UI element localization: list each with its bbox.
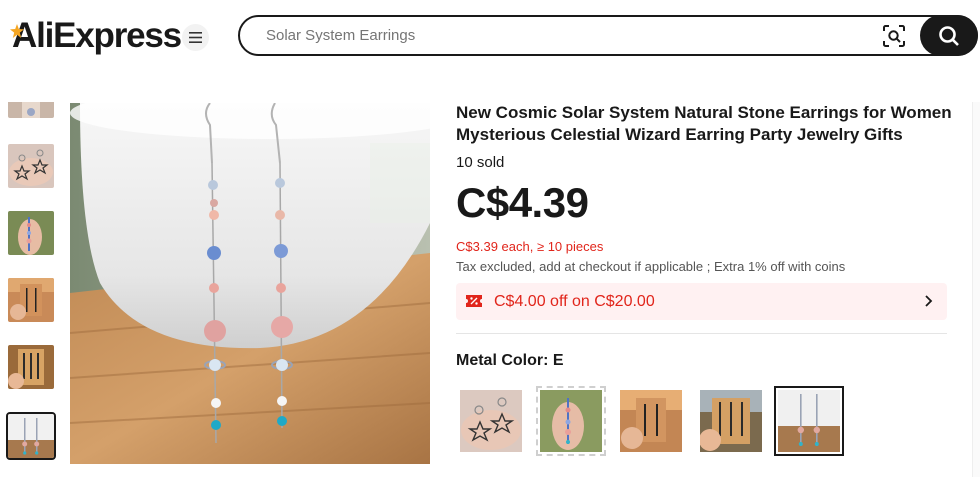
coupon-text: C$4.00 off on C$20.00 [494,293,655,310]
swatch-e-selected[interactable] [774,386,844,456]
menu-button[interactable] [182,24,209,51]
right-panel-edge [972,102,980,477]
search-icon [939,25,959,46]
price: C$4.39 [456,179,589,226]
coupon-icon [466,295,482,307]
thumbnail-list [6,102,58,477]
search-button[interactable] [920,15,978,56]
thumbnail-4[interactable] [6,343,56,391]
swatch-d[interactable] [696,386,766,456]
logo-text: AliExpress [12,16,182,55]
chevron-right-icon [925,295,933,307]
divider [456,333,947,334]
metal-color-label: Metal Color: E [456,352,564,369]
thumbnail-partial[interactable] [6,102,56,120]
aliexpress-logo[interactable]: AliExpress [10,14,182,58]
tax-note: Tax excluded, add at checkout if applica… [456,259,846,274]
coupon-banner[interactable]: C$4.00 off on C$20.00 [456,283,947,320]
bulk-price: C$3.39 each, ≥ 10 pieces [456,239,604,254]
search-bar [238,15,978,56]
product-info: New Cosmic Solar System Natural Stone Ea… [456,102,956,456]
header: AliExpress [0,0,980,70]
logo-star-icon [10,24,24,38]
thumbnail-1[interactable] [6,142,56,190]
menu-icon [189,32,202,43]
product-title: New Cosmic Solar System Natural Stone Ea… [456,103,952,144]
thumbnail-5-active[interactable] [6,412,56,460]
swatch-a[interactable] [456,386,526,456]
search-input[interactable] [266,17,826,54]
camera-search-icon[interactable] [882,24,906,48]
sold-count: 10 sold [456,154,505,171]
swatch-b[interactable] [536,386,606,456]
color-swatches [456,386,956,460]
thumbnail-3[interactable] [6,276,56,324]
main-product-image[interactable] [70,103,430,464]
swatch-c[interactable] [616,386,686,456]
thumbnail-2[interactable] [6,209,56,257]
